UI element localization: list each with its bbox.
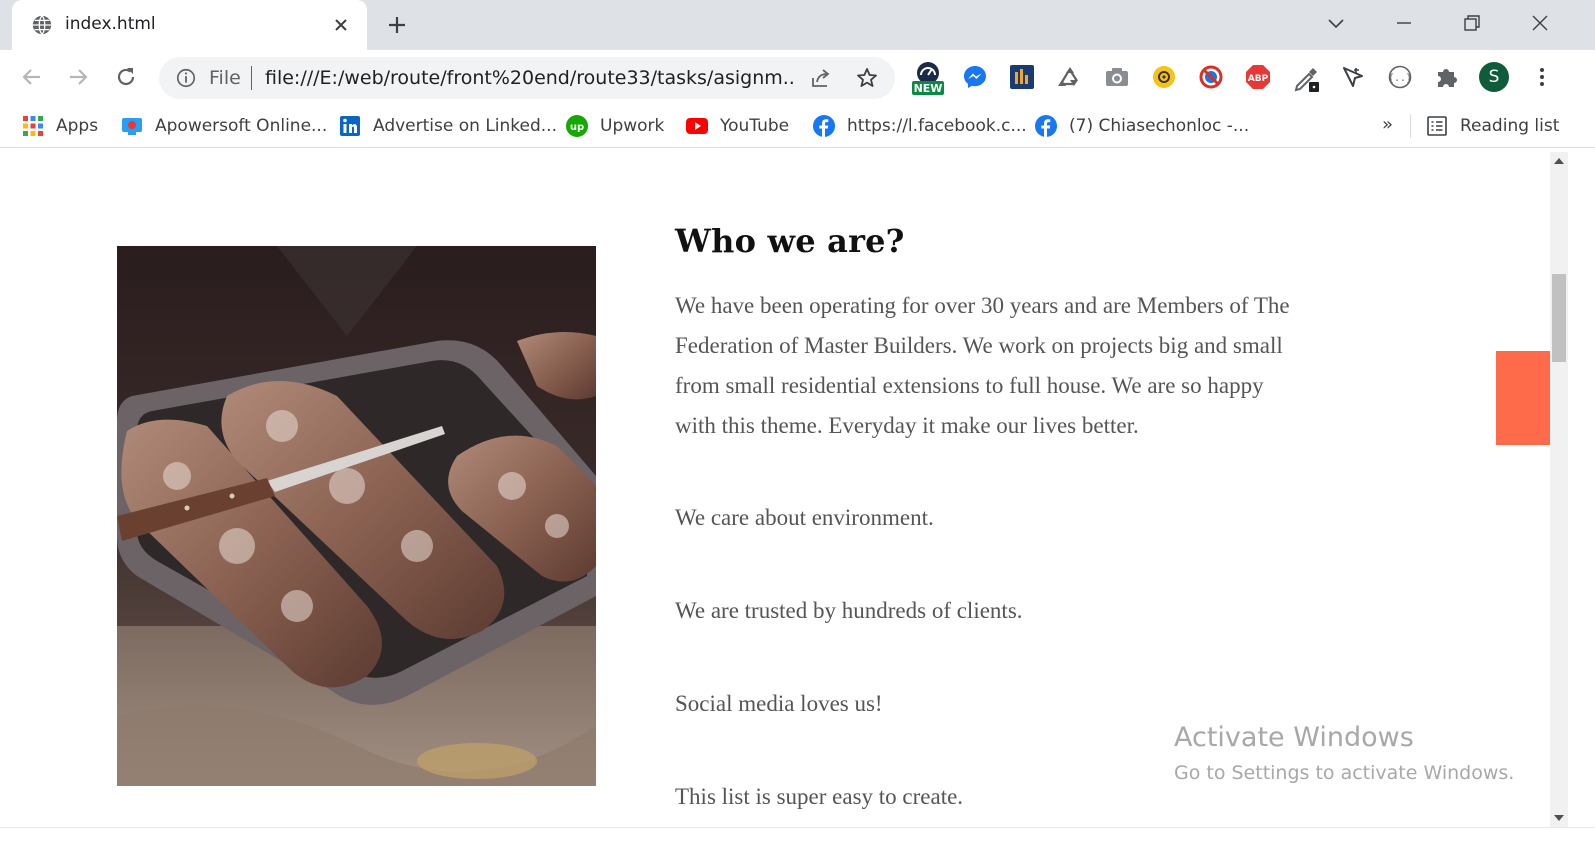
- feature-point: Social media loves us!: [675, 691, 883, 716]
- intro-paragraph: We have been operating for over 30 years…: [675, 293, 1290, 438]
- recycle-icon[interactable]: [1057, 64, 1083, 90]
- globe-icon: [32, 15, 52, 35]
- youtube-icon: [686, 118, 708, 134]
- bookmarks-overflow-button[interactable]: »: [1382, 114, 1393, 135]
- camera-icon[interactable]: [1104, 64, 1130, 90]
- feature-point: We care about environment.: [675, 505, 934, 530]
- minimize-icon[interactable]: [1392, 11, 1416, 35]
- puzzle-icon[interactable]: [1434, 64, 1460, 90]
- upwork-icon: up: [566, 115, 588, 137]
- bookmark-youtube[interactable]: YouTube: [686, 113, 789, 139]
- reading-list-label: Reading list: [1460, 116, 1560, 136]
- tab-title: index.html: [65, 14, 156, 34]
- bookmark-linkedin[interactable]: Advertise on Linked...: [339, 113, 557, 139]
- section-heading: Who we are?: [675, 222, 905, 260]
- bookmark-upwork[interactable]: up Upwork: [566, 113, 664, 139]
- tab-search-icon[interactable]: [1324, 11, 1348, 35]
- bookmark-label: (7) Chiasechonloc -...: [1069, 116, 1250, 136]
- messenger-icon[interactable]: [962, 64, 988, 90]
- vertical-scrollbar[interactable]: [1550, 152, 1568, 827]
- address-bar[interactable]: File file:///E:/web/route/front%20end/ro…: [159, 57, 895, 99]
- reload-icon[interactable]: [112, 63, 140, 91]
- scroll-down-arrow-icon[interactable]: [1554, 815, 1564, 821]
- browser-toolbar: File file:///E:/web/route/front%20end/ro…: [0, 50, 1595, 104]
- abp-badge-text: ABP: [1248, 74, 1269, 84]
- activate-windows-title: Activate Windows: [1174, 722, 1414, 753]
- adblock-icon[interactable]: ABP: [1245, 64, 1271, 90]
- url-text[interactable]: file:///E:/web/route/front%20end/route33…: [265, 67, 795, 89]
- apowersoft-icon: [122, 118, 142, 135]
- apps-grid-icon: [23, 116, 43, 136]
- emoji-icon[interactable]: [1151, 64, 1177, 90]
- svg-text:{..}: {..}: [1388, 73, 1412, 84]
- scheme-label: File: [209, 67, 241, 89]
- facebook-icon: [813, 115, 835, 137]
- new-badge-text: NEW: [914, 82, 943, 95]
- active-tab[interactable]: index.html: [12, 0, 367, 50]
- arrow-right-icon[interactable]: [64, 63, 92, 91]
- arrow-left-icon[interactable]: [18, 63, 46, 91]
- profile-avatar[interactable]: S: [1479, 62, 1509, 92]
- tab-strip: index.html: [0, 0, 1595, 50]
- bookmarks-bar: Apps Apowersoft Online... Advertise on L…: [0, 104, 1595, 148]
- activate-windows-subtitle: Go to Settings to activate Windows.: [1174, 762, 1515, 784]
- facebook-icon: [1035, 115, 1057, 137]
- analytics-icon[interactable]: [1009, 64, 1035, 90]
- scroll-thumb[interactable]: [1552, 274, 1566, 362]
- block-icon[interactable]: [1198, 64, 1224, 90]
- tab-close-icon[interactable]: [329, 13, 353, 37]
- eyedropper-icon[interactable]: [1293, 64, 1321, 94]
- bottom-edge: [0, 827, 1595, 841]
- bookmark-label: https://l.facebook.c...: [847, 116, 1027, 136]
- address-divider: [251, 66, 252, 90]
- bookmark-apps[interactable]: Apps: [22, 113, 98, 139]
- bookmark-apowersoft[interactable]: Apowersoft Online...: [121, 113, 327, 139]
- bookmark-label: Advertise on Linked...: [373, 116, 557, 136]
- close-icon[interactable]: [1528, 11, 1552, 35]
- floating-accent-tab[interactable]: [1496, 351, 1550, 445]
- about-image: [117, 246, 596, 786]
- bookmark-label: Upwork: [600, 116, 665, 136]
- bookmarks-divider: [1410, 114, 1411, 138]
- reading-list-icon: [1427, 116, 1447, 136]
- bookmark-facebook-group[interactable]: (7) Chiasechonloc -...: [1035, 113, 1249, 139]
- star-icon[interactable]: [855, 66, 879, 90]
- new-extension-icon[interactable]: NEW: [912, 61, 944, 95]
- bookmark-label: Apps: [56, 116, 99, 136]
- menu-kebab-icon[interactable]: [1530, 65, 1554, 89]
- page-viewport: Who we are? We have been operating for o…: [0, 152, 1550, 827]
- bookmark-label: Apowersoft Online...: [155, 116, 328, 136]
- json-icon[interactable]: {..}: [1387, 64, 1413, 90]
- restore-icon[interactable]: [1460, 11, 1484, 35]
- linkedin-icon: [340, 116, 360, 136]
- reading-list-button[interactable]: Reading list: [1426, 113, 1559, 139]
- bookmark-label: YouTube: [720, 116, 790, 136]
- feature-point: This list is super easy to create.: [675, 784, 964, 809]
- info-icon[interactable]: [175, 67, 197, 89]
- scroll-up-arrow-icon[interactable]: [1554, 158, 1564, 164]
- svg-text:up: up: [570, 122, 584, 133]
- plus-icon[interactable]: [385, 13, 409, 37]
- cursor-icon[interactable]: [1340, 64, 1366, 90]
- share-icon[interactable]: [809, 66, 833, 90]
- feature-point: We are trusted by hundreds of clients.: [675, 598, 1023, 623]
- bookmark-facebook-link[interactable]: https://l.facebook.c...: [813, 113, 1027, 139]
